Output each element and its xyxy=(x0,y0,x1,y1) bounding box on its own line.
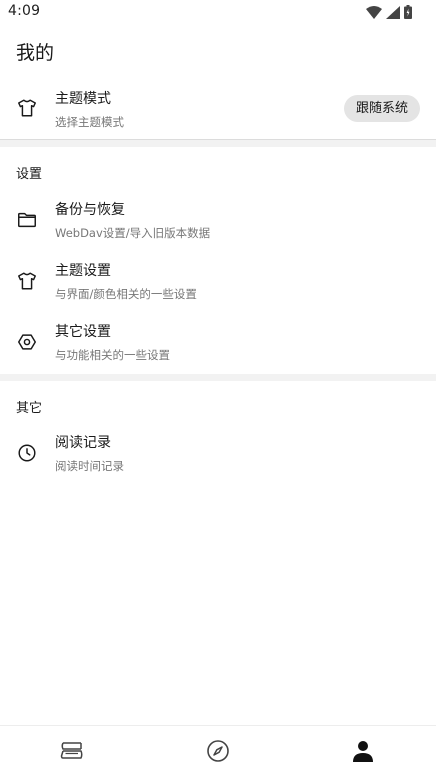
folder-icon xyxy=(16,209,38,231)
settings-section-header: 设置 xyxy=(16,167,43,182)
other-section-header: 其它 xyxy=(16,401,43,416)
theme-mode-subtitle: 选择主题模式 xyxy=(55,115,124,129)
wifi-icon xyxy=(366,5,382,19)
section-separator xyxy=(0,140,436,147)
backup-restore-title: 备份与恢复 xyxy=(55,202,125,218)
clock-icon xyxy=(16,442,38,464)
theme-settings-title: 主题设置 xyxy=(55,263,111,279)
signal-icon xyxy=(386,5,400,19)
theme-mode-row[interactable]: 主题模式 选择主题模式 跟随系统 xyxy=(0,80,436,140)
theme-mode-title: 主题模式 xyxy=(55,91,111,107)
reading-history-row[interactable]: 阅读记录 阅读时间记录 xyxy=(0,425,436,485)
status-bar: 4:09 xyxy=(0,0,436,24)
battery-icon xyxy=(404,5,412,19)
reading-history-subtitle: 阅读时间记录 xyxy=(55,459,124,473)
other-settings-subtitle: 与功能相关的一些设置 xyxy=(55,348,170,362)
other-settings-title: 其它设置 xyxy=(55,324,111,340)
person-icon[interactable] xyxy=(350,738,376,764)
reading-history-title: 阅读记录 xyxy=(55,435,111,451)
section-separator xyxy=(0,374,436,381)
theme-mode-value-chip[interactable]: 跟随系统 xyxy=(343,95,420,122)
tshirt-icon xyxy=(16,97,38,119)
hexagon-settings-icon xyxy=(16,331,38,353)
backup-restore-subtitle: WebDav设置/导入旧版本数据 xyxy=(55,226,211,240)
compass-icon[interactable] xyxy=(205,738,231,764)
other-settings-row[interactable]: 其它设置 与功能相关的一些设置 xyxy=(0,314,436,374)
page-title: 我的 xyxy=(16,42,55,64)
tshirt-icon xyxy=(16,270,38,292)
status-icons xyxy=(366,4,412,20)
backup-restore-row[interactable]: 备份与恢复 WebDav设置/导入旧版本数据 xyxy=(0,192,436,252)
theme-settings-subtitle: 与界面/颜色相关的一些设置 xyxy=(55,287,197,301)
bottom-navigation xyxy=(0,725,436,775)
status-time: 4:09 xyxy=(8,3,41,19)
bookshelf-icon[interactable] xyxy=(59,738,85,764)
my-page-screen: 4:09 我的 主题模式 选择主题模式 跟随系统 设置 备份与恢复 WebDav… xyxy=(0,0,436,775)
theme-settings-row[interactable]: 主题设置 与界面/颜色相关的一些设置 xyxy=(0,253,436,313)
